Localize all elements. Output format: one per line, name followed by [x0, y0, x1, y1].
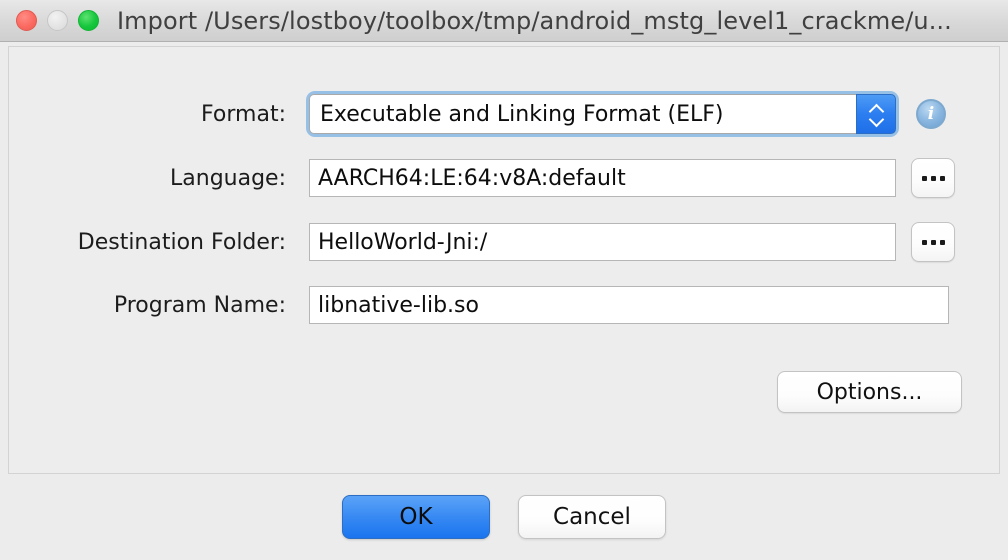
options-button[interactable]: Options... — [777, 371, 962, 413]
format-value[interactable]: Executable and Linking Format (ELF) — [309, 94, 856, 134]
chevron-down-icon[interactable] — [869, 116, 884, 124]
format-stepper[interactable] — [856, 94, 896, 134]
program-name-input[interactable]: libnative-lib.so — [309, 286, 949, 324]
language-label: Language: — [9, 166, 286, 191]
program-name-row: Program Name: libnative-lib.so — [9, 286, 949, 324]
ellipsis-icon — [940, 240, 945, 245]
dialog-action-bar: OK Cancel — [0, 474, 1008, 560]
minimize-button[interactable] — [47, 10, 68, 31]
import-dialog-window: Import /Users/lostboy/toolbox/tmp/androi… — [0, 0, 1008, 560]
destination-folder-input[interactable]: HelloWorld-Jni:/ — [309, 223, 896, 261]
ellipsis-icon — [931, 240, 936, 245]
ellipsis-icon — [931, 176, 936, 181]
ok-button[interactable]: OK — [342, 495, 490, 539]
program-name-label: Program Name: — [9, 293, 286, 318]
ellipsis-icon — [922, 176, 927, 181]
cancel-button[interactable]: Cancel — [518, 495, 666, 539]
title-bar: Import /Users/lostboy/toolbox/tmp/androi… — [0, 0, 1008, 42]
close-button[interactable] — [16, 10, 37, 31]
format-row: Format: Executable and Linking Format (E… — [9, 94, 946, 134]
window-title: Import /Users/lostboy/toolbox/tmp/androi… — [117, 7, 952, 35]
language-browse-button[interactable] — [911, 158, 955, 198]
info-icon[interactable]: i — [916, 99, 946, 129]
destination-folder-label: Destination Folder: — [9, 230, 286, 255]
format-label: Format: — [9, 102, 286, 127]
window-controls — [16, 10, 99, 31]
destination-folder-row: Destination Folder: HelloWorld-Jni:/ — [9, 222, 955, 262]
format-combobox[interactable]: Executable and Linking Format (ELF) — [309, 94, 896, 134]
language-input[interactable]: AARCH64:LE:64:v8A:default — [309, 159, 896, 197]
destination-folder-browse-button[interactable] — [911, 222, 955, 262]
ellipsis-icon — [940, 176, 945, 181]
ellipsis-icon — [922, 240, 927, 245]
form-panel: Format: Executable and Linking Format (E… — [8, 46, 1000, 474]
language-row: Language: AARCH64:LE:64:v8A:default — [9, 158, 955, 198]
zoom-button[interactable] — [78, 10, 99, 31]
